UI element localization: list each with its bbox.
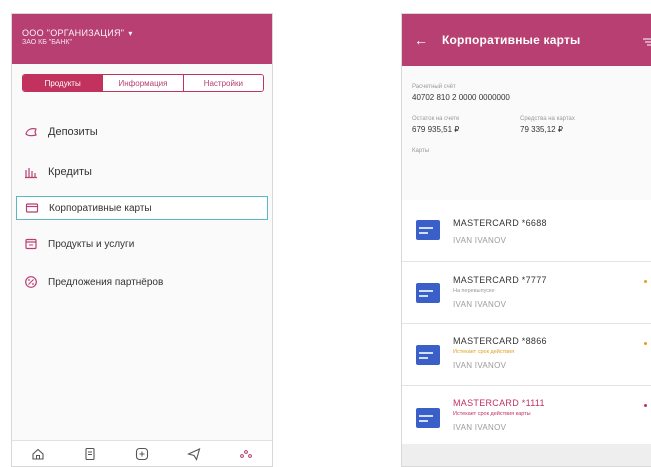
card-name: MASTERCARD *8866 — [453, 336, 547, 346]
menu-item-corporate-cards[interactable]: Корпоративные карты — [16, 196, 268, 220]
credit-card-icon — [416, 408, 440, 428]
card-name: MASTERCARD *1111 — [453, 398, 545, 408]
card-row[interactable]: MASTERCARD *8866 Истекает срок действия … — [402, 324, 651, 386]
left-phone-screen: ООО "ОРГАНИЗАЦИЯ" ▾ ЗАО КБ "БАНК" Продукт… — [11, 13, 273, 467]
menu-item-credits[interactable]: Кредиты — [16, 160, 268, 184]
card-funds-value: 79 335,12 ₽ — [520, 125, 563, 134]
card-row[interactable]: MASTERCARD *1111 Истекает срок действия … — [402, 386, 651, 448]
card-status: На перевыпуске — [453, 288, 495, 294]
menu-item-label: Предложения партнёров — [48, 276, 164, 288]
status-dot — [644, 342, 647, 345]
account-label: Расчетный счёт — [412, 84, 456, 90]
org-header[interactable]: ООО "ОРГАНИЗАЦИЯ" ▾ ЗАО КБ "БАНК" — [12, 14, 272, 64]
chevron-down-icon: ▾ — [128, 29, 133, 38]
back-arrow-icon[interactable]: ← — [414, 32, 428, 48]
menu-item-products-services[interactable]: Продукты и услуги — [16, 232, 268, 256]
segmented-tabs: Продукты Информация Настройки — [22, 74, 264, 92]
filter-icon[interactable] — [643, 34, 651, 52]
card-status: Истекает срок действия карты — [453, 411, 531, 417]
card-funds-label: Средства на картах — [520, 116, 575, 122]
tab-products[interactable]: Продукты — [23, 75, 103, 91]
card-status: Истекает срок действия — [453, 349, 515, 355]
card-holder: IVAN IVANOV — [453, 361, 507, 370]
more-icon[interactable] — [237, 445, 255, 463]
account-number: 40702 810 2 0000 0000000 — [412, 93, 510, 102]
balance-label: Остаток на счете — [412, 116, 460, 122]
card-holder: IVAN IVANOV — [453, 423, 507, 432]
menu-item-label: Корпоративные карты — [49, 202, 152, 214]
card-row[interactable]: MASTERCARD *7777 На перевыпуске IVAN IVA… — [402, 262, 651, 324]
add-icon[interactable] — [133, 445, 151, 463]
account-summary: Расчетный счёт 40702 810 2 0000 0000000 … — [412, 84, 648, 154]
balance-value: 679 935,51 ₽ — [412, 125, 460, 134]
menu-item-partner-offers[interactable]: Предложения партнёров — [16, 270, 268, 294]
card-icon — [25, 201, 39, 215]
send-icon[interactable] — [185, 445, 203, 463]
org-name: ООО "ОРГАНИЗАЦИЯ" — [22, 28, 125, 38]
list-footer — [402, 444, 651, 466]
credit-card-icon — [416, 345, 440, 365]
org-bank: ЗАО КБ "БАНК" — [22, 39, 72, 46]
credit-card-icon — [416, 220, 440, 240]
cards-section-label: Карты — [412, 148, 430, 154]
document-icon[interactable] — [81, 445, 99, 463]
menu-item-label: Продукты и услуги — [48, 238, 135, 250]
card-holder: IVAN IVANOV — [453, 236, 507, 245]
card-holder: IVAN IVANOV — [453, 300, 507, 309]
status-dot — [644, 404, 647, 407]
app-bar: ← Корпоративные карты — [402, 14, 651, 66]
card-row[interactable]: MASTERCARD *6688 IVAN IVANOV — [402, 200, 651, 262]
page-title: Корпоративные карты — [442, 33, 581, 47]
menu-item-label: Кредиты — [48, 166, 92, 178]
card-name: MASTERCARD *7777 — [453, 275, 547, 285]
credit-card-icon — [416, 283, 440, 303]
home-icon[interactable] — [29, 445, 47, 463]
tab-settings[interactable]: Настройки — [182, 75, 263, 91]
deposit-icon — [24, 125, 38, 139]
status-dot — [644, 280, 647, 283]
bottom-nav — [12, 440, 272, 466]
right-phone-screen: ← Корпоративные карты Расчетный счёт 407… — [401, 13, 651, 467]
credit-icon — [24, 165, 38, 179]
partner-offers-icon — [24, 275, 38, 289]
tab-information[interactable]: Информация — [102, 75, 183, 91]
products-icon — [24, 237, 38, 251]
card-name: MASTERCARD *6688 — [453, 218, 547, 228]
menu-item-deposits[interactable]: Депозиты — [16, 120, 268, 144]
menu-item-label: Депозиты — [48, 126, 98, 138]
